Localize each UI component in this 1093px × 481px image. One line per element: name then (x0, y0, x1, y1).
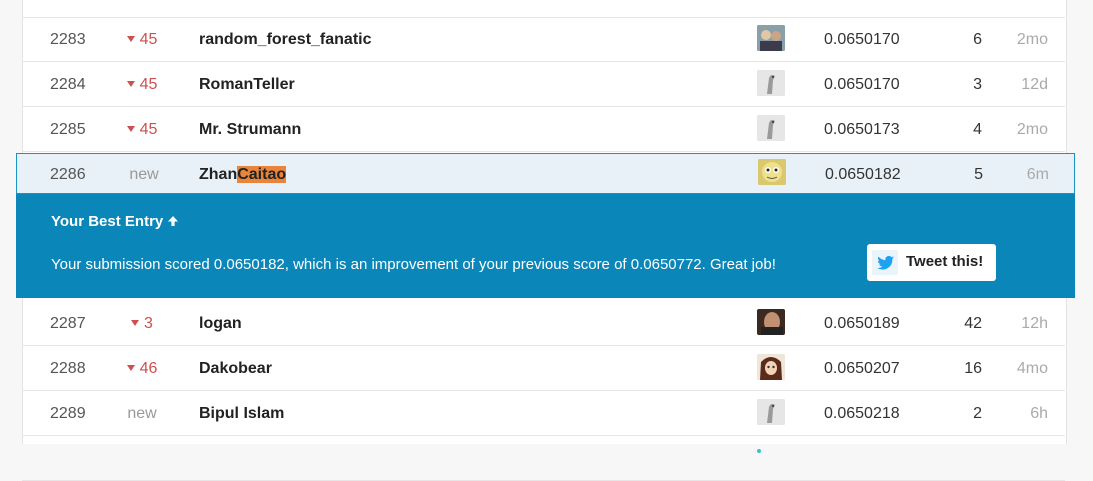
rank-change: 3 (112, 302, 172, 346)
avatar[interactable] (757, 63, 787, 124)
rank: 2289 (50, 405, 86, 422)
name-highlight: Caitao (237, 166, 287, 183)
score: 0.0650170 (824, 76, 900, 93)
avatar[interactable] (758, 154, 788, 213)
last-submission: 12h (1021, 315, 1048, 332)
tweet-button[interactable]: Tweet this! (867, 244, 996, 281)
avatar[interactable] (757, 302, 787, 363)
team-name[interactable]: RomanTeller (199, 63, 295, 107)
rank: 2287 (50, 315, 86, 332)
avatar[interactable] (757, 108, 787, 169)
entries-count: 42 (964, 315, 982, 332)
rank-change: 45 (112, 108, 172, 152)
best-entry-banner: Your Best Entry Your submission scored 0… (16, 194, 1075, 298)
rank: 2286 (50, 166, 86, 183)
last-submission: 2mo (1016, 31, 1048, 48)
last-submission: 2mo (1016, 121, 1048, 138)
rank: 2284 (50, 76, 86, 93)
table-row[interactable]: 2289 new Bipul Islam 0.0650218 2 6h (22, 392, 1065, 453)
avatar[interactable] (757, 18, 787, 79)
entries-count: 3 (973, 76, 982, 93)
twitter-icon (872, 250, 898, 275)
entries-count: 2 (973, 405, 982, 422)
last-submission: 4mo (1016, 360, 1048, 377)
entries-count: 16 (964, 360, 982, 377)
team-name[interactable]: logan (199, 302, 242, 346)
team-name[interactable]: Dakobear (199, 347, 272, 391)
down-arrow-icon (126, 125, 135, 132)
rank-change: new (127, 405, 157, 422)
down-arrow-icon (126, 80, 135, 87)
score: 0.0650173 (824, 121, 900, 138)
tweet-button-label: Tweet this! (906, 253, 984, 270)
entries-count: 5 (974, 166, 983, 183)
down-arrow-icon (126, 364, 135, 371)
rank-change: 45 (112, 63, 172, 107)
table-row[interactable]: 2285 45 Mr. Strumann 0.0650173 4 2mo (22, 108, 1065, 169)
entries-count: 4 (973, 121, 982, 138)
score: 0.0650207 (824, 360, 900, 377)
rank-change: new (129, 166, 159, 183)
table-row[interactable]: 2283 45 random_forest_fanatic 0.0650170 … (22, 18, 1065, 79)
avatar[interactable] (757, 392, 787, 453)
table-row[interactable]: 2284 45 RomanTeller 0.0650170 3 12d (22, 63, 1065, 124)
rank: 2283 (50, 31, 86, 48)
rank: 2285 (50, 121, 86, 138)
banner-title: Your Best Entry (51, 213, 179, 230)
my-team-row[interactable]: 2286 new ZhanCaitao 0.0650182 5 6m (16, 153, 1075, 213)
score: 0.0650170 (824, 31, 900, 48)
rank-change: 46 (112, 347, 172, 391)
table-row[interactable]: 2288 46 Dakobear 0.0650207 16 4mo (22, 347, 1065, 408)
score: 0.0650182 (825, 166, 901, 183)
rank-change: 45 (112, 18, 172, 62)
last-submission: 6m (1026, 166, 1049, 183)
down-arrow-icon (131, 319, 140, 326)
team-name[interactable]: random_forest_fanatic (199, 18, 372, 62)
score: 0.0650189 (824, 315, 900, 332)
last-submission: 12d (1021, 76, 1048, 93)
table-row (22, 0, 1065, 18)
down-arrow-icon (126, 35, 135, 42)
score: 0.0650218 (824, 405, 900, 422)
entries-count: 6 (973, 31, 982, 48)
banner-message: Your submission scored 0.0650182, which … (51, 256, 776, 273)
team-name[interactable]: ZhanCaitao (199, 154, 287, 195)
team-name[interactable]: Bipul Islam (199, 392, 284, 436)
last-submission: 6h (1030, 405, 1048, 422)
rank: 2288 (50, 360, 86, 377)
table-row[interactable]: 2287 3 logan 0.0650189 42 12h (22, 302, 1065, 363)
avatar[interactable] (757, 347, 787, 408)
team-name[interactable]: Mr. Strumann (199, 108, 301, 152)
arrow-up-icon (167, 214, 179, 231)
